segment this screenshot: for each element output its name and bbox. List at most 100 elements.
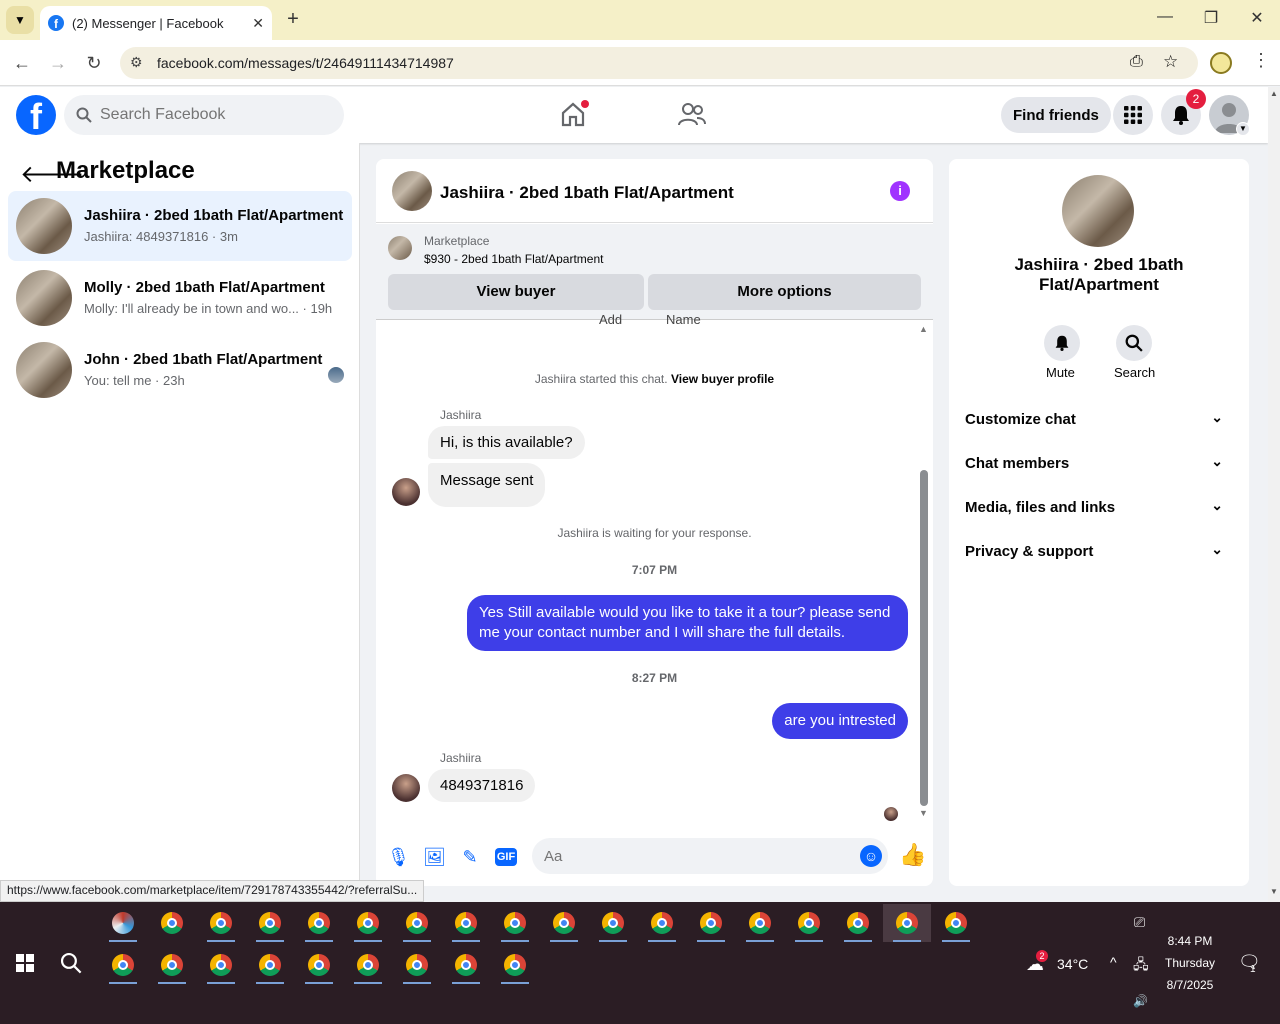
gif-icon[interactable]: GIF: [495, 848, 517, 866]
taskbar-clock[interactable]: 8:44 PM Thursday 8/7/2025: [1150, 930, 1230, 996]
restore-button[interactable]: ❐: [1196, 8, 1226, 32]
emoji-icon[interactable]: ☺: [860, 845, 882, 867]
incoming-message[interactable]: Message sent: [428, 463, 546, 507]
facebook-logo-icon[interactable]: f: [16, 95, 56, 135]
chrome-taskbar-icon[interactable]: [691, 904, 731, 942]
status-bar-url: https://www.facebook.com/marketplace/ite…: [0, 880, 425, 902]
chat-avatar[interactable]: [392, 171, 432, 211]
account-chevron-icon[interactable]: ▼: [1236, 122, 1250, 136]
sticker-icon[interactable]: ✎: [459, 846, 481, 868]
minimize-button[interactable]: —: [1150, 8, 1180, 32]
new-tab-button[interactable]: +: [282, 8, 304, 30]
listing-thumbnail[interactable]: [388, 236, 412, 260]
photo-attach-icon[interactable]: 🖼: [423, 846, 446, 868]
find-friends-button[interactable]: Find friends: [1001, 97, 1111, 133]
chrome-taskbar-icon[interactable]: [348, 904, 388, 942]
chrome-taskbar-icon[interactable]: [299, 904, 339, 942]
chrome-taskbar-icon[interactable]: [446, 946, 486, 984]
omnibox[interactable]: ⚙ facebook.com/messages/t/24649111434714…: [120, 47, 1198, 79]
scroll-up-arrow-icon[interactable]: ▲: [919, 324, 928, 334]
chrome-taskbar-icon[interactable]: [250, 946, 290, 984]
chrome-menu-icon[interactable]: ⋮: [1252, 50, 1270, 71]
chrome-taskbar-icon[interactable]: [544, 904, 584, 942]
chrome-taskbar-icon[interactable]: [936, 904, 976, 942]
chrome-taskbar-icon[interactable]: [397, 904, 437, 942]
profile-icon[interactable]: [1210, 52, 1232, 74]
sender-avatar[interactable]: [392, 478, 420, 506]
menu-button[interactable]: [1113, 95, 1153, 135]
chrome-taskbar-icon[interactable]: [152, 946, 192, 984]
forward-button[interactable]: →: [46, 51, 70, 75]
chat-title[interactable]: Jashiira · 2bed 1bath Flat/Apartment: [440, 183, 734, 203]
temperature[interactable]: 34°C: [1057, 956, 1088, 972]
chrome-taskbar-icon[interactable]: [201, 946, 241, 984]
back-button[interactable]: ←: [10, 51, 34, 75]
reload-button[interactable]: ↻: [82, 51, 106, 75]
site-settings-icon[interactable]: ⚙: [130, 54, 143, 71]
view-buyer-button[interactable]: View buyer: [388, 274, 644, 310]
view-buyer-profile-link[interactable]: View buyer profile: [671, 372, 774, 386]
chrome-taskbar-icon[interactable]: [152, 904, 192, 942]
page-scrollbar[interactable]: ▲ ▼: [1268, 87, 1280, 902]
chrome-taskbar-icon[interactable]: [593, 904, 633, 942]
chat-members-row[interactable]: Chat members ⌄: [965, 443, 1233, 487]
taskbar-app-icon[interactable]: [103, 904, 143, 942]
url-text[interactable]: facebook.com/messages/t/2464911143471498…: [157, 55, 454, 71]
microphone-icon[interactable]: 🎙: [387, 846, 410, 868]
thumbs-up-icon[interactable]: 👍: [899, 842, 926, 868]
scroll-down-arrow-icon[interactable]: ▼: [1270, 887, 1278, 896]
scrollbar-thumb[interactable]: [920, 470, 928, 806]
conversation-item[interactable]: John · 2bed 1bath Flat/Apartment You: te…: [8, 335, 352, 405]
chrome-taskbar-icon[interactable]: [789, 904, 829, 942]
scroll-up-arrow-icon[interactable]: ▲: [1270, 89, 1278, 98]
browser-tab[interactable]: f (2) Messenger | Facebook ✕: [40, 6, 272, 40]
more-options-button[interactable]: More options: [648, 274, 921, 310]
contact-avatar[interactable]: [1062, 175, 1134, 247]
show-hidden-icons-chevron-up-icon[interactable]: ^: [1110, 954, 1117, 970]
volume-icon[interactable]: 🔊: [1133, 994, 1148, 1008]
close-window-button[interactable]: ✕: [1242, 8, 1272, 32]
conversation-item[interactable]: Jashiira · 2bed 1bath Flat/Apartment Jas…: [8, 191, 352, 261]
chrome-taskbar-icon[interactable]: [642, 904, 682, 942]
tablet-mode-icon[interactable]: ⎚: [1134, 914, 1145, 931]
chrome-taskbar-icon-active[interactable]: [883, 904, 931, 942]
network-icon[interactable]: 🖧: [1133, 954, 1149, 978]
facebook-search[interactable]: [64, 95, 344, 135]
mute-button[interactable]: [1044, 325, 1080, 361]
chrome-taskbar-icon[interactable]: [397, 946, 437, 984]
incoming-message[interactable]: 4849371816: [428, 769, 536, 802]
message-input[interactable]: [532, 838, 888, 874]
chrome-taskbar-icon[interactable]: [495, 904, 535, 942]
incoming-message[interactable]: Hi, is this available?: [428, 426, 585, 459]
install-app-icon[interactable]: ⎙: [1130, 53, 1143, 71]
bookmark-star-icon[interactable]: ☆: [1163, 52, 1178, 72]
scroll-down-arrow-icon[interactable]: ▼: [919, 808, 928, 818]
chat-scrollbar[interactable]: ▲ ▼: [919, 320, 929, 820]
chrome-taskbar-icon[interactable]: [250, 904, 290, 942]
chrome-taskbar-icon[interactable]: [446, 904, 486, 942]
outgoing-message[interactable]: are you intrested: [772, 703, 908, 739]
windows-start-icon[interactable]: [16, 954, 34, 972]
tab-search-button[interactable]: ▼: [6, 6, 34, 34]
listing-title[interactable]: $930 - 2bed 1bath Flat/Apartment: [424, 252, 603, 266]
home-nav-button[interactable]: [558, 99, 589, 129]
chrome-taskbar-icon[interactable]: [740, 904, 780, 942]
media-files-links-row[interactable]: Media, files and links ⌄: [965, 487, 1233, 531]
chrome-taskbar-icon[interactable]: [838, 904, 878, 942]
sender-avatar[interactable]: [392, 774, 420, 802]
outgoing-message[interactable]: Yes Still available would you like to ta…: [467, 595, 908, 651]
taskbar-search-button[interactable]: [60, 952, 82, 979]
chrome-taskbar-icon[interactable]: [495, 946, 535, 984]
search-in-chat-button[interactable]: [1116, 325, 1152, 361]
facebook-search-input[interactable]: [100, 106, 320, 124]
info-icon[interactable]: i: [890, 181, 910, 201]
customize-chat-row[interactable]: Customize chat ⌄: [965, 399, 1233, 443]
privacy-support-row[interactable]: Privacy & support ⌄: [965, 531, 1233, 575]
close-tab-icon[interactable]: ✕: [252, 15, 264, 32]
chrome-taskbar-icon[interactable]: [299, 946, 339, 984]
chrome-taskbar-icon[interactable]: [103, 946, 143, 984]
conversation-item[interactable]: Molly · 2bed 1bath Flat/Apartment Molly:…: [8, 263, 352, 333]
chrome-taskbar-icon[interactable]: [348, 946, 388, 984]
chrome-taskbar-icon[interactable]: [201, 904, 241, 942]
friends-nav-button[interactable]: [677, 100, 707, 130]
